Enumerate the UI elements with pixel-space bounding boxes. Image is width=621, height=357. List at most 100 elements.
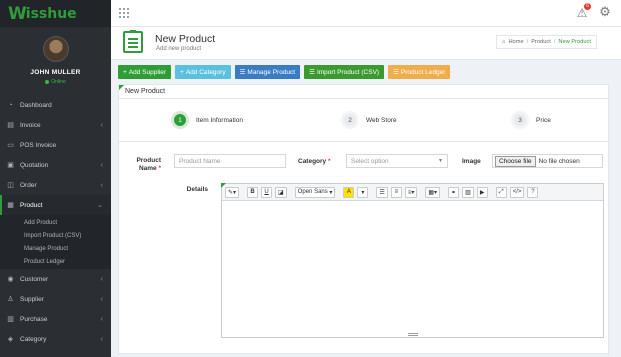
page-title: New Product: [155, 33, 216, 45]
sidebar-item-category[interactable]: ◈ Category ‹: [0, 329, 111, 349]
manage-product-button[interactable]: ☰ Manage Product: [234, 65, 301, 79]
fullscreen-icon[interactable]: ⤢: [495, 186, 507, 198]
purchase-icon: ▥: [7, 316, 14, 323]
online-dot-icon: [45, 80, 50, 84]
submenu-product-ledger[interactable]: Product Ledger: [0, 255, 111, 268]
editor-content-area[interactable]: [222, 201, 603, 331]
dropdown-arrow-icon: ▼: [438, 158, 443, 164]
underline-button[interactable]: U: [261, 186, 273, 198]
list-icon: ☰: [309, 69, 315, 76]
submenu-import-product[interactable]: Import Product (CSV): [0, 229, 111, 242]
chevron-left-icon: ‹: [100, 275, 103, 283]
sidebar-item-label: Product: [20, 201, 43, 209]
avatar[interactable]: [42, 36, 69, 62]
user-status: Online: [45, 79, 66, 85]
table-icon[interactable]: ▦▾: [425, 186, 441, 198]
editor-corner-marker: [221, 183, 226, 188]
font-family-select[interactable]: Open Sans ▾: [294, 186, 336, 198]
step-price[interactable]: 3 Price: [511, 111, 551, 129]
breadcrumb-separator: /: [526, 39, 529, 45]
sidebar-item-customer[interactable]: ◉ Customer ‹: [0, 269, 111, 289]
chevron-left-icon: ‹: [100, 335, 103, 343]
grid-menu-icon[interactable]: [119, 8, 129, 18]
sidebar-item-label: POS Invoice: [20, 141, 57, 149]
product-icon: ▦: [7, 202, 14, 209]
video-icon[interactable]: ▶: [476, 186, 488, 198]
code-view-icon[interactable]: </>: [509, 186, 525, 198]
pos-icon: ▭: [7, 142, 14, 149]
add-category-button[interactable]: + Add Category: [175, 65, 231, 79]
chevron-left-icon: ‹: [100, 181, 103, 189]
logo[interactable]: Wisshue: [0, 0, 111, 27]
product-name-input[interactable]: Product Name: [174, 154, 286, 168]
manage-product-label: Manage Product: [247, 68, 296, 76]
add-category-label: Add Category: [185, 68, 226, 76]
notification-badge: 6: [584, 3, 591, 10]
sidebar-item-order[interactable]: ◫ Order ‹: [0, 175, 111, 195]
sidebar-item-dashboard[interactable]: ◔ Dashboard: [0, 95, 111, 115]
category-select[interactable]: Select option ▼: [346, 154, 448, 168]
sidebar-item-supplier[interactable]: ♙ Supplier ‹: [0, 289, 111, 309]
sidebar-item-pos-invoice[interactable]: ▭ POS Invoice: [0, 135, 111, 155]
add-supplier-button[interactable]: + Add Supplier: [118, 65, 172, 79]
submenu-manage-product[interactable]: Manage Product: [0, 242, 111, 255]
sidebar-item-quotation[interactable]: ▣ Quotation ‹: [0, 155, 111, 175]
choose-file-button[interactable]: Choose file: [495, 155, 536, 167]
dashboard-icon: ◔: [8, 101, 13, 109]
magic-wand-icon[interactable]: ✎▾: [225, 186, 240, 198]
ordered-list-icon[interactable]: ≡: [390, 186, 402, 198]
editor-toolbar: ✎▾ B U ◪ Open Sans ▾ A ▾ ☰ ≡ ≡▾ ▦▾ ⚭ ▨ ▶…: [222, 184, 603, 201]
chevron-down-icon: ⌄: [97, 202, 103, 209]
submenu-add-product[interactable]: Add Product: [0, 216, 111, 229]
resize-handle-icon[interactable]: [407, 333, 418, 336]
eraser-icon[interactable]: ◪: [275, 186, 287, 198]
details-editor: ✎▾ B U ◪ Open Sans ▾ A ▾ ☰ ≡ ≡▾ ▦▾ ⚭ ▨ ▶…: [221, 183, 604, 338]
card-title: New Product: [119, 85, 608, 99]
sidebar-item-invoice[interactable]: ▤ Invoice ‹: [0, 115, 111, 135]
bold-button[interactable]: B: [247, 186, 259, 198]
sidebar-item-label: Customer: [20, 275, 49, 283]
image-file-input[interactable]: Choose file No file chosen: [492, 154, 603, 168]
supplier-icon: ♙: [7, 296, 14, 303]
unordered-list-icon[interactable]: ☰: [376, 186, 388, 198]
product-name-label: Product Name *: [128, 157, 161, 173]
step-number: 1: [171, 111, 189, 129]
action-buttons: + Add Supplier + Add Category ☰ Manage Prod…: [118, 65, 451, 79]
product-name-label-line2: Name: [138, 165, 157, 172]
sidebar-item-label: Purchase: [20, 315, 48, 323]
sidebar-item-product[interactable]: ▦ Product ⌄: [0, 195, 111, 215]
image-label: Image: [462, 158, 481, 165]
breadcrumb-current: New Product: [558, 39, 591, 45]
step-label: Web Store: [366, 116, 397, 124]
sidebar-item-label: Supplier: [20, 295, 44, 303]
breadcrumb-product[interactable]: Product: [531, 39, 551, 45]
wizard-steps: 1 Item Information 2 Web Store 3 Price: [119, 102, 608, 142]
picture-icon[interactable]: ▨: [462, 186, 474, 198]
import-product-button[interactable]: ☰ Import Product (CSV): [304, 65, 385, 79]
plus-icon: +: [180, 68, 184, 76]
chevron-left-icon: ‹: [100, 161, 103, 169]
sidebar-item-label: Order: [20, 181, 37, 189]
gear-icon[interactable]: ⚙: [598, 5, 612, 19]
sidebar-item-label: Quotation: [20, 161, 49, 169]
text-color-icon[interactable]: A: [343, 186, 355, 198]
help-icon[interactable]: ?: [527, 186, 539, 198]
breadcrumb: ⌂ Home / Product / New Product: [496, 35, 597, 49]
paragraph-align-icon[interactable]: ≡▾: [404, 186, 418, 198]
color-dropdown-icon[interactable]: ▾: [357, 186, 369, 198]
step-number: 2: [341, 111, 359, 129]
category-icon: ◈: [7, 336, 14, 343]
link-icon[interactable]: ⚭: [448, 186, 460, 198]
step-item-information[interactable]: 1 Item Information: [171, 111, 243, 129]
breadcrumb-home[interactable]: Home: [508, 39, 523, 45]
product-submenu: Add Product Import Product (CSV) Manage …: [0, 215, 111, 269]
sidebar-item-purchase[interactable]: ▥ Purchase ‹: [0, 309, 111, 329]
chevron-left-icon: ‹: [100, 315, 103, 323]
step-web-store[interactable]: 2 Web Store: [341, 111, 397, 129]
no-file-text: No file chosen: [538, 157, 580, 165]
home-icon: ⌂: [502, 39, 506, 45]
topbar: ⚠ 6 ⚙: [111, 0, 621, 27]
required-marker: *: [328, 158, 331, 165]
logo-w: W: [8, 3, 27, 24]
product-ledger-button[interactable]: ☰ Product Ledger: [388, 65, 451, 79]
